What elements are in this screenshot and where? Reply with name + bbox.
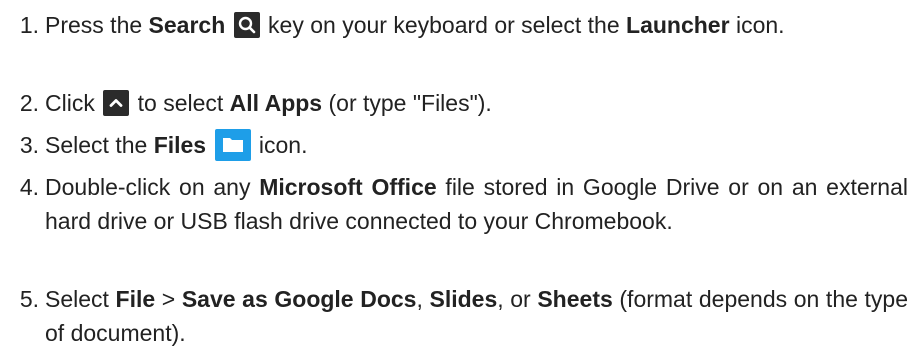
step-text: Press the Search key on your keyboard or… bbox=[45, 11, 785, 38]
step-text: Select File > Save as Google Docs, Slide… bbox=[45, 286, 908, 346]
folder-icon bbox=[214, 128, 251, 161]
step-number: 1. bbox=[19, 12, 39, 38]
files-label: Files bbox=[153, 132, 207, 158]
instruction-list: 1. Press the Search key on your keyboard… bbox=[0, 0, 923, 347]
step-2: 2. Click to select All Apps (or type "Fi… bbox=[0, 86, 908, 120]
step-number: 3. bbox=[19, 132, 39, 158]
step-4: 4. Double-click on any Microsoft Office … bbox=[0, 170, 908, 238]
microsoft-office-label: Microsoft Office bbox=[259, 174, 437, 200]
step-number: 5. bbox=[19, 286, 39, 312]
launcher-label: Launcher bbox=[626, 12, 730, 38]
all-apps-label: All Apps bbox=[229, 90, 323, 116]
step-3: 3. Select the Files icon. bbox=[0, 128, 908, 163]
slides-label: Slides bbox=[429, 286, 498, 312]
step-5: 5. Select File > Save as Google Docs, Sl… bbox=[0, 282, 908, 350]
file-menu-label: File bbox=[115, 286, 156, 312]
step-text: Click to select All Apps (or type "Files… bbox=[45, 89, 492, 116]
step-text: Select the Files icon. bbox=[39, 128, 908, 163]
search-key-icon bbox=[233, 11, 260, 38]
sheets-label: Sheets bbox=[537, 286, 613, 312]
search-key-label: Search bbox=[148, 12, 226, 38]
chevron-up-icon bbox=[103, 89, 130, 116]
step-text: Double-click on any Microsoft Office fil… bbox=[45, 174, 908, 234]
step-1: 1. Press the Search key on your keyboard… bbox=[0, 8, 908, 42]
save-as-google-docs-label: Save as Google Docs bbox=[181, 286, 417, 312]
step-number: 4. bbox=[19, 174, 39, 200]
step-number: 2. bbox=[19, 90, 39, 116]
